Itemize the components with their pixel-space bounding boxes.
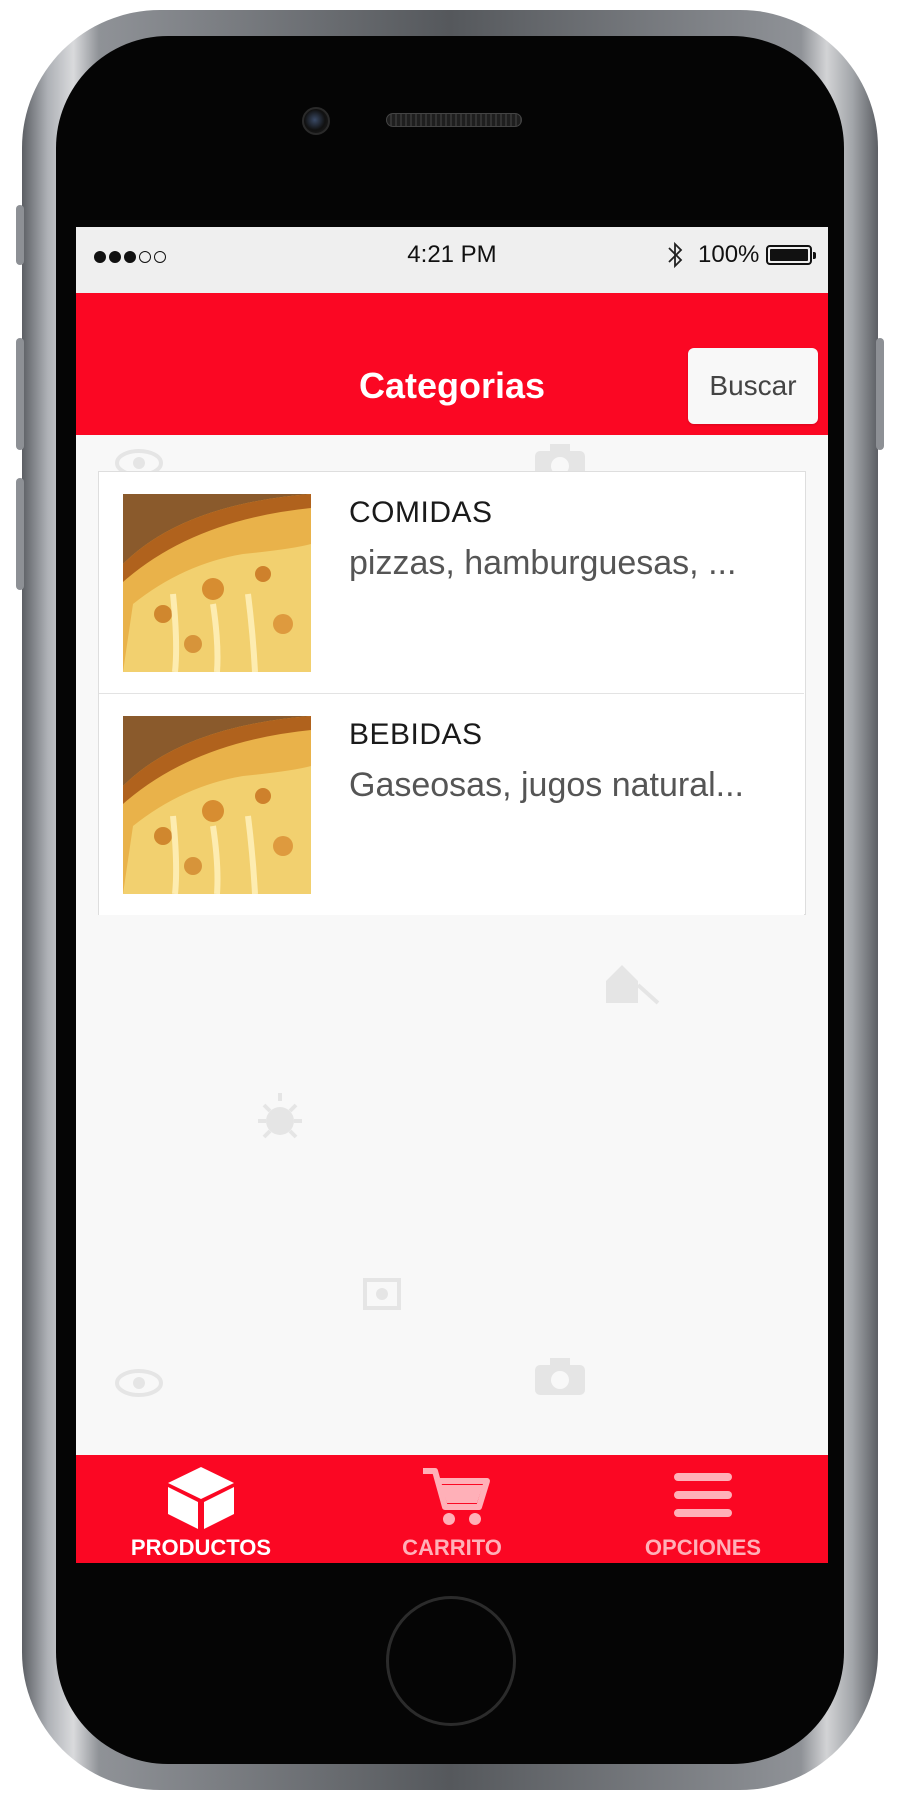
front-camera	[302, 107, 330, 135]
home-button[interactable]	[386, 1596, 516, 1726]
list-item[interactable]: BEBIDAS Gaseosas, jugos natural...	[99, 693, 804, 915]
tab-opciones[interactable]: OPCIONES	[578, 1455, 828, 1563]
battery-percent: 100%	[698, 241, 760, 268]
header-bar: Categorias Buscar	[76, 293, 828, 435]
cart-icon	[423, 1468, 490, 1525]
house-watermark-icon	[606, 965, 660, 1005]
list-item[interactable]: COMIDAS pizzas, hamburguesas, ...	[99, 472, 804, 694]
eye-watermark-icon-2	[115, 1369, 163, 1397]
frame-watermark-icon	[363, 1278, 401, 1310]
tab-label: PRODUCTOS	[130, 1535, 272, 1560]
power-button	[876, 338, 884, 450]
search-button[interactable]: Buscar	[688, 348, 818, 424]
pizza-slice-image	[123, 716, 311, 894]
bottom-tab-bar: PRODUCTOS CARRITO OPCIONES	[76, 1455, 828, 1563]
status-bar: 4:21 PM 100%	[76, 227, 828, 293]
bluetooth-icon	[668, 241, 683, 269]
bulb-watermark-icon	[258, 1093, 302, 1139]
box-icon	[168, 1467, 234, 1529]
tab-label: CARRITO	[402, 1535, 502, 1560]
pizza-slice-image	[123, 494, 311, 672]
camera-watermark-icon-2	[535, 1358, 585, 1395]
category-list: COMIDAS pizzas, hamburguesas, ... BEBIDA…	[98, 471, 806, 915]
tab-productos[interactable]: PRODUCTOS	[76, 1455, 326, 1563]
hamburger-menu-icon	[674, 1473, 732, 1517]
category-title: COMIDAS	[349, 496, 493, 529]
earpiece-speaker	[386, 113, 522, 127]
category-description: Gaseosas, jugos natural...	[349, 766, 745, 804]
tab-label: OPCIONES	[644, 1535, 762, 1560]
mute-switch	[16, 205, 24, 265]
tab-carrito[interactable]: CARRITO	[327, 1455, 577, 1563]
battery-icon	[766, 245, 816, 265]
volume-up-button	[16, 338, 24, 450]
category-title: BEBIDAS	[349, 718, 483, 751]
app-screen: 4:21 PM 100% Categorias Buscar COMIDAS p…	[76, 227, 828, 1563]
volume-down-button	[16, 478, 24, 590]
category-description: pizzas, hamburguesas, ...	[349, 544, 737, 582]
